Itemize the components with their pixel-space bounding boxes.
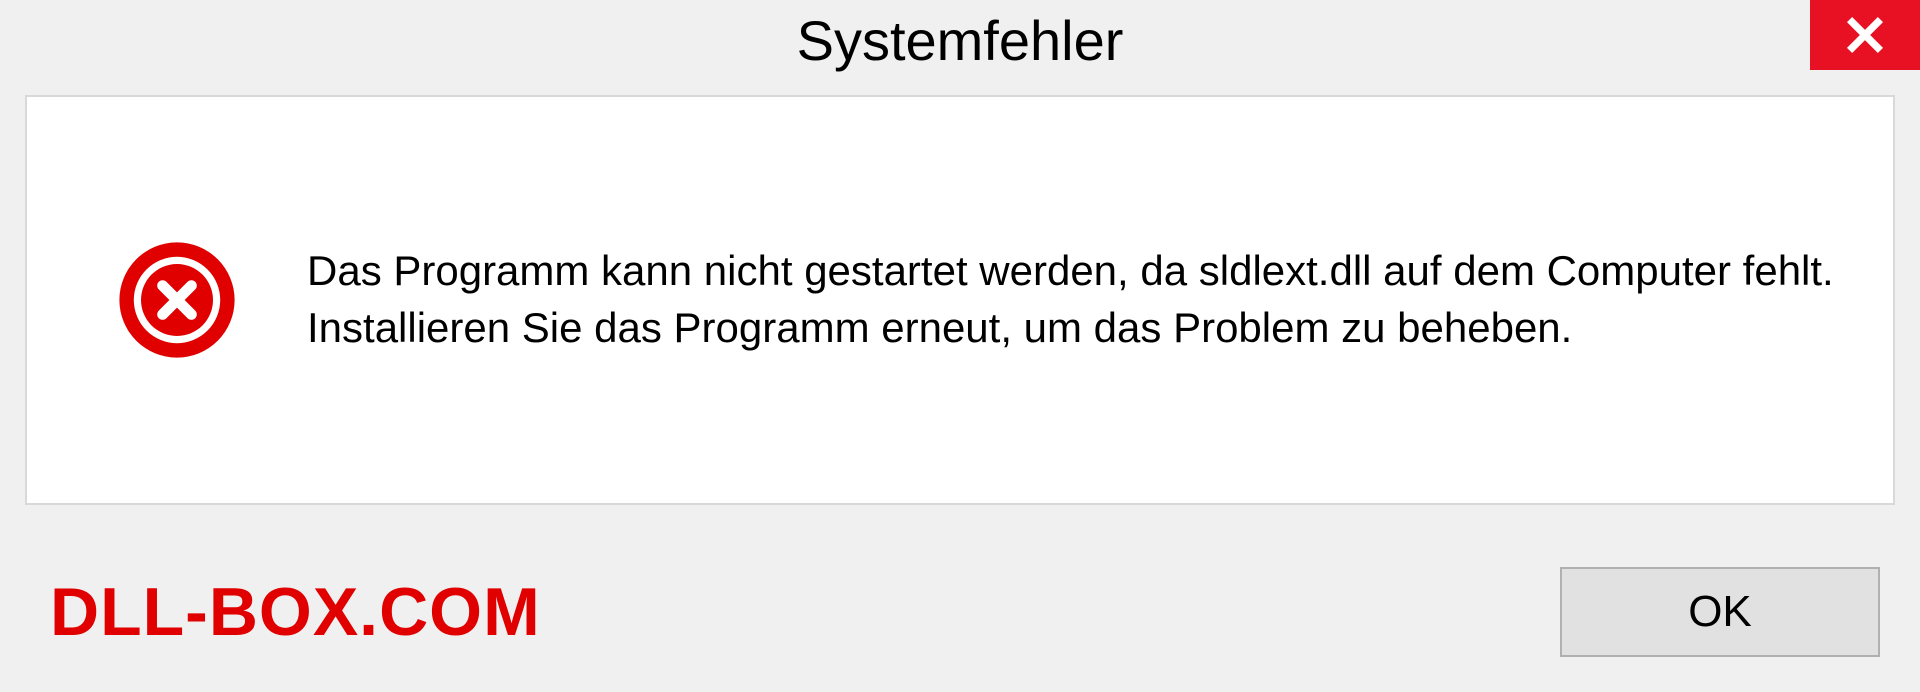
- close-icon: [1843, 13, 1887, 57]
- footer: DLL-BOX.COM OK: [0, 567, 1920, 657]
- error-message: Das Programm kann nicht gestartet werden…: [307, 243, 1843, 356]
- watermark-text: DLL-BOX.COM: [50, 573, 541, 651]
- ok-button[interactable]: OK: [1560, 567, 1880, 657]
- dialog-title: Systemfehler: [797, 8, 1124, 73]
- content-panel: Das Programm kann nicht gestartet werden…: [25, 95, 1895, 505]
- close-button[interactable]: [1810, 0, 1920, 70]
- error-icon: [117, 240, 237, 360]
- titlebar: Systemfehler: [0, 0, 1920, 80]
- error-dialog: Systemfehler Das Programm kann nicht ges…: [0, 0, 1920, 692]
